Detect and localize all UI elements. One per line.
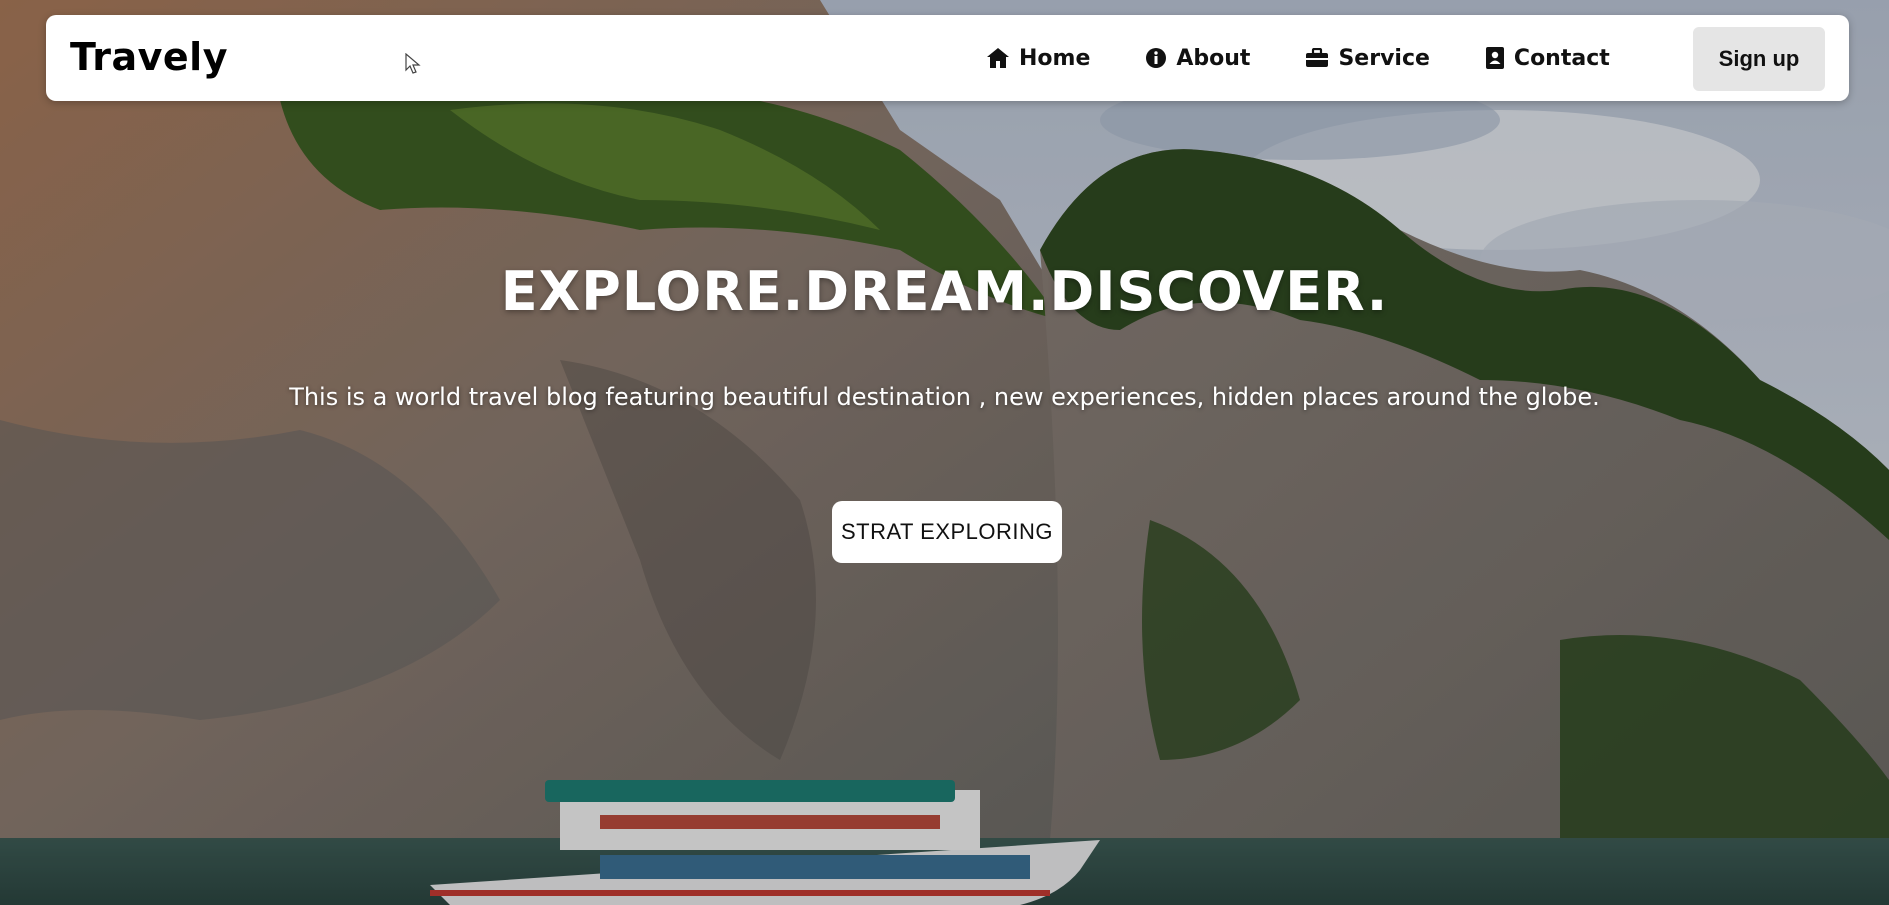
nav-service-label: Service (1338, 45, 1430, 71)
nav-about-link[interactable]: About (1145, 46, 1250, 71)
nav-links: Home About Service Contact (986, 15, 1665, 101)
hero-section: Travely Home About Service Contact Sign … (0, 0, 1889, 905)
brand-logo[interactable]: Travely (70, 35, 228, 79)
briefcase-icon (1306, 48, 1329, 67)
hero-title: EXPLORE.DREAM.DISCOVER. (500, 260, 1389, 323)
nav-home-link[interactable]: Home (986, 46, 1090, 71)
nav-about-label: About (1176, 45, 1251, 71)
hero-subtitle: This is a world travel blog featuring be… (289, 383, 1600, 411)
hero-dark-overlay (0, 0, 1889, 905)
top-navbar: Travely Home About Service Contact Sign … (46, 15, 1849, 101)
nav-contact-link[interactable]: Contact (1485, 46, 1610, 71)
contact-card-icon (1485, 47, 1504, 69)
signup-button[interactable]: Sign up (1693, 27, 1825, 91)
start-exploring-button[interactable]: STRAT EXPLORING (832, 501, 1062, 563)
nav-home-label: Home (1019, 45, 1091, 71)
mouse-cursor-icon (405, 53, 421, 74)
nav-service-link[interactable]: Service (1305, 45, 1430, 71)
info-circle-icon (1146, 48, 1167, 68)
home-icon (987, 48, 1009, 68)
nav-contact-label: Contact (1513, 45, 1610, 71)
